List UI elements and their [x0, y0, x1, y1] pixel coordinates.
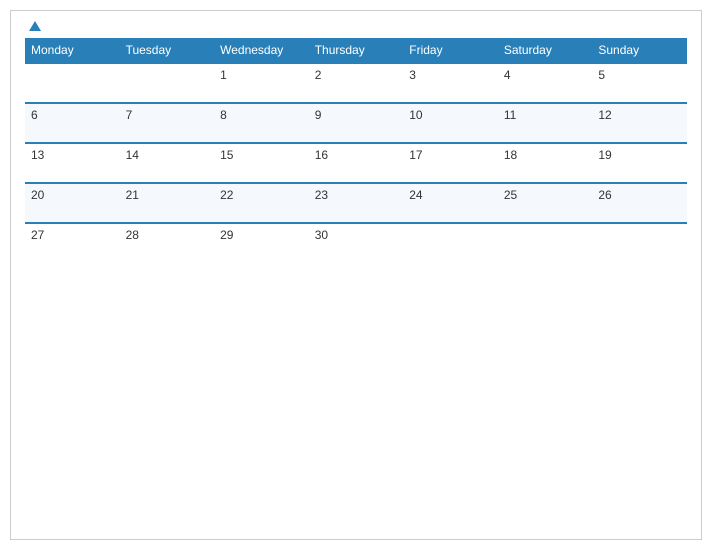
day-number: 30	[315, 228, 328, 242]
calendar-cell: 7	[120, 103, 215, 143]
day-number: 6	[31, 108, 38, 122]
day-number: 23	[315, 188, 328, 202]
day-number: 27	[31, 228, 44, 242]
calendar-cell: 29	[214, 223, 309, 262]
calendar-cell: 9	[309, 103, 404, 143]
calendar-cell: 1	[214, 63, 309, 103]
day-number: 1	[220, 68, 227, 82]
calendar-cell: 15	[214, 143, 309, 183]
day-number: 19	[598, 148, 611, 162]
day-number: 8	[220, 108, 227, 122]
day-number: 12	[598, 108, 611, 122]
calendar-cell: 14	[120, 143, 215, 183]
day-number: 18	[504, 148, 517, 162]
day-number: 21	[126, 188, 139, 202]
day-number: 10	[409, 108, 422, 122]
calendar-cell: 13	[25, 143, 120, 183]
day-number: 7	[126, 108, 133, 122]
week-row-2: 6 7 8 9 10 11 12	[25, 103, 687, 143]
logo-triangle-icon	[29, 21, 41, 31]
week-row-3: 13 14 15 16 17 18 19	[25, 143, 687, 183]
calendar-cell: 18	[498, 143, 593, 183]
day-number: 2	[315, 68, 322, 82]
calendar-cell	[403, 223, 498, 262]
calendar-cell: 12	[592, 103, 687, 143]
day-number: 15	[220, 148, 233, 162]
calendar-cell: 25	[498, 183, 593, 223]
calendar-cell: 2	[309, 63, 404, 103]
calendar-cell: 17	[403, 143, 498, 183]
day-number: 16	[315, 148, 328, 162]
calendar-cell	[498, 223, 593, 262]
calendar-cell	[120, 63, 215, 103]
day-number: 25	[504, 188, 517, 202]
region-label	[597, 21, 687, 27]
week-row-5: 27 28 29 30	[25, 223, 687, 262]
calendar-cell: 20	[25, 183, 120, 223]
weekday-header-tuesday: Tuesday	[120, 38, 215, 63]
calendar-cell: 16	[309, 143, 404, 183]
day-number: 28	[126, 228, 139, 242]
day-number: 3	[409, 68, 416, 82]
weekday-header-wednesday: Wednesday	[214, 38, 309, 63]
calendar-cell	[592, 223, 687, 262]
day-number: 22	[220, 188, 233, 202]
weekday-header-thursday: Thursday	[309, 38, 404, 63]
weekday-header-row: MondayTuesdayWednesdayThursdayFridaySatu…	[25, 38, 687, 63]
calendar-cell: 28	[120, 223, 215, 262]
day-number: 20	[31, 188, 44, 202]
calendar-cell: 4	[498, 63, 593, 103]
weekday-header-friday: Friday	[403, 38, 498, 63]
day-number: 24	[409, 188, 422, 202]
calendar-header	[25, 21, 687, 32]
calendar-cell: 8	[214, 103, 309, 143]
calendar-cell: 11	[498, 103, 593, 143]
weekday-header-monday: Monday	[25, 38, 120, 63]
day-number: 9	[315, 108, 322, 122]
day-number: 13	[31, 148, 44, 162]
calendar-cell: 23	[309, 183, 404, 223]
calendar-grid: MondayTuesdayWednesdayThursdayFridaySatu…	[25, 38, 687, 262]
logo-blue-row	[25, 21, 41, 32]
calendar-cell: 5	[592, 63, 687, 103]
calendar-cell: 22	[214, 183, 309, 223]
calendar-cell: 3	[403, 63, 498, 103]
week-row-1: 1 2 3 4 5	[25, 63, 687, 103]
week-row-4: 20 21 22 23 24 25 26	[25, 183, 687, 223]
weekday-header-saturday: Saturday	[498, 38, 593, 63]
calendar-cell: 19	[592, 143, 687, 183]
calendar-cell: 6	[25, 103, 120, 143]
calendar-cell	[25, 63, 120, 103]
calendar-container: MondayTuesdayWednesdayThursdayFridaySatu…	[10, 10, 702, 540]
day-number: 4	[504, 68, 511, 82]
calendar-cell: 24	[403, 183, 498, 223]
day-number: 26	[598, 188, 611, 202]
calendar-cell: 21	[120, 183, 215, 223]
calendar-cell: 27	[25, 223, 120, 262]
calendar-cell: 26	[592, 183, 687, 223]
logo	[25, 21, 41, 32]
day-number: 11	[504, 108, 516, 122]
day-number: 29	[220, 228, 233, 242]
weekday-header-sunday: Sunday	[592, 38, 687, 63]
calendar-cell: 30	[309, 223, 404, 262]
calendar-cell: 10	[403, 103, 498, 143]
day-number: 17	[409, 148, 422, 162]
day-number: 14	[126, 148, 139, 162]
day-number: 5	[598, 68, 605, 82]
month-title	[41, 21, 597, 23]
